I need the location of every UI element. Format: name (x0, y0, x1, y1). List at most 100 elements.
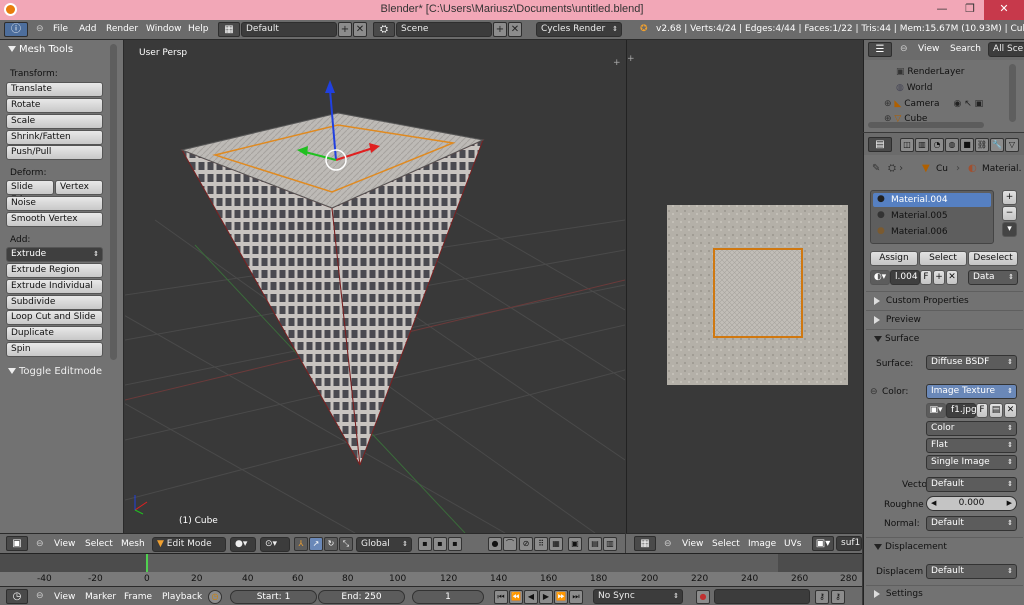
open-image-folder-icon[interactable]: ▤ (989, 403, 1003, 418)
remove-material-slot-button[interactable]: − (1002, 206, 1017, 221)
jump-start-icon[interactable]: ⏮ (494, 590, 508, 604)
object-tab-icon[interactable]: ■ (960, 138, 974, 152)
snap-element-icon[interactable]: ⠿ (534, 537, 548, 551)
menu-file[interactable]: File (53, 24, 68, 34)
menu-select[interactable]: Select (85, 539, 113, 549)
material-slot[interactable]: ● Material.005 (873, 209, 991, 223)
roughness-slider[interactable]: ◀ 0.000 ▶ (926, 496, 1017, 511)
layer-button-icon[interactable]: ▪ (433, 537, 447, 551)
duplicate-button[interactable]: Duplicate (6, 326, 103, 341)
add-layout-button[interactable]: + (338, 22, 352, 37)
world-tab-icon[interactable]: ◍ (945, 138, 959, 152)
select-button[interactable]: Select (919, 251, 967, 266)
add-material-slot-button[interactable]: + (1002, 190, 1017, 205)
loop-cut-slide-button[interactable]: Loop Cut and Slide (6, 310, 103, 325)
scene-icon[interactable]: ⛭ (373, 22, 395, 37)
keying-set-field[interactable] (714, 589, 810, 604)
next-keyframe-icon[interactable]: ⏩ (554, 590, 568, 604)
outliner-item-world[interactable]: ◍ World (896, 83, 933, 93)
translate-button[interactable]: Translate (6, 82, 103, 97)
displacement-input-dropdown[interactable]: Default ⇕ (926, 564, 1017, 579)
browse-material-icon[interactable]: ◐▾ (870, 270, 890, 285)
tool-shelf-scrollbar[interactable] (110, 44, 117, 360)
editor-type-timeline-icon[interactable]: ◷ (6, 589, 28, 604)
push-pull-button[interactable]: Push/Pull (6, 145, 103, 160)
noise-button[interactable]: Noise (6, 196, 103, 211)
timeline-ruler[interactable] (0, 572, 862, 586)
image-name-field[interactable]: suf1. (836, 536, 862, 551)
current-frame-cursor[interactable] (146, 554, 148, 574)
spin-button[interactable]: Spin (6, 342, 103, 357)
menu-playback[interactable]: Playback (162, 592, 202, 602)
layer-button-icon[interactable]: ▪ (418, 537, 432, 551)
rotate-manipulator-icon[interactable]: ↻ (324, 537, 338, 551)
current-frame-field[interactable]: 1 (412, 590, 484, 604)
extrude-dropdown[interactable]: Extrude ⇕ (6, 247, 103, 262)
transform-orientation-dropdown[interactable]: Global ⇕ (356, 537, 412, 552)
outliner-view-menu[interactable]: View (918, 44, 939, 54)
outliner-filter-dropdown[interactable]: All Sce (988, 42, 1024, 57)
play-icon[interactable]: ▶ (539, 590, 553, 604)
projection-dropdown[interactable]: Flat ⇕ (926, 438, 1017, 453)
manipulator-toggle-icon[interactable]: ⅄ (294, 537, 308, 551)
surface-shader-dropdown[interactable]: Diffuse BSDF ⇕ (926, 355, 1017, 370)
custom-properties-panel-header[interactable]: Custom Properties (874, 296, 969, 306)
increment-arrow-icon[interactable]: ▶ (1007, 497, 1012, 510)
image-fake-user-button[interactable]: F (976, 403, 988, 418)
uv-image-editor[interactable]: + (626, 40, 862, 533)
material-specials-button[interactable]: ▾ (1002, 222, 1017, 237)
minimize-button[interactable]: — (928, 0, 956, 20)
shrink-fatten-button[interactable]: Shrink/Fatten (6, 130, 103, 145)
delete-keyframe-icon[interactable]: ⚷ (831, 590, 845, 604)
opengl-render-icon[interactable]: ▣ (568, 537, 582, 551)
sync-mode-dropdown[interactable]: No Sync ⇕ (593, 589, 683, 604)
collapse-menu-icon[interactable]: ⊖ (36, 24, 44, 34)
menu-mesh[interactable]: Mesh (121, 539, 145, 549)
editor-type-3dview-icon[interactable]: ▣ (6, 536, 28, 551)
smooth-vertex-button[interactable]: Smooth Vertex (6, 212, 103, 227)
displacement-panel-header[interactable]: Displacement (874, 542, 947, 552)
material-name-field[interactable]: l.004 (890, 270, 920, 285)
browse-image-icon[interactable]: ▣▾ (812, 536, 834, 551)
start-frame-field[interactable]: Start: 1 (230, 590, 317, 604)
cube-building-mesh[interactable] (180, 112, 485, 466)
scene-tab-icon[interactable]: ◔ (930, 138, 944, 152)
scale-button[interactable]: Scale (6, 114, 103, 129)
extrude-region-button[interactable]: Extrude Region (6, 263, 103, 278)
image-source-dropdown[interactable]: Single Image ⇕ (926, 455, 1017, 470)
decrement-arrow-icon[interactable]: ◀ (931, 497, 936, 510)
pin-icon[interactable]: ✎ (872, 163, 880, 174)
record-keyframes-icon[interactable]: ● (696, 590, 710, 604)
menu-render[interactable]: Render (106, 24, 138, 34)
editor-type-info-icon[interactable]: ⓘ (4, 22, 28, 37)
extrude-individual-button[interactable]: Extrude Individual (6, 279, 103, 294)
pivot-point-dropdown[interactable]: ⊙▾ (260, 537, 290, 552)
opengl-render-anim-icon[interactable]: ▤ (588, 537, 602, 551)
render-layers-tab-icon[interactable]: ▥ (915, 138, 929, 152)
editor-type-uv-icon[interactable]: ▦ (634, 536, 656, 551)
mesh-tools-panel-header[interactable]: Mesh Tools (8, 44, 73, 55)
occlude-geometry-icon[interactable]: ▥ (603, 537, 617, 551)
outliner-item-renderlayer[interactable]: ▣ RenderLayer (896, 67, 965, 77)
play-reverse-icon[interactable]: ◀ (524, 590, 538, 604)
menu-help[interactable]: Help (188, 24, 209, 34)
outliner-horizontal-scrollbar[interactable] (868, 122, 984, 128)
menu-view[interactable]: View (54, 592, 75, 602)
close-button[interactable]: ✕ (984, 0, 1024, 20)
vector-input-dropdown[interactable]: Default ⇕ (926, 477, 1017, 492)
screen-layout-icon[interactable]: ▦ (218, 22, 240, 37)
outliner-item-cube[interactable]: ⊕ ▽ Cube (884, 114, 927, 122)
preview-panel-header[interactable]: Preview (874, 315, 921, 325)
menu-marker[interactable]: Marker (85, 592, 116, 602)
browse-image-icon[interactable]: ▣▾ (926, 403, 946, 418)
proportional-edit-icon[interactable]: ● (488, 537, 502, 551)
color-input-dropdown[interactable]: Image Texture ⇕ (926, 384, 1017, 399)
maximize-button[interactable]: ❐ (956, 0, 984, 20)
menu-image[interactable]: Image (748, 539, 776, 549)
material-slot[interactable]: ● Material.006 (873, 225, 991, 239)
modifiers-tab-icon[interactable]: 🔧 (990, 138, 1004, 152)
visibility-eye-icon[interactable]: ◉ ↖ ▣ (954, 99, 984, 109)
preview-range-icon[interactable]: ◷ (208, 590, 222, 604)
unlink-image-button[interactable]: ✕ (1004, 403, 1017, 418)
render-engine-dropdown[interactable]: Cycles Render ⇕ (536, 22, 622, 37)
